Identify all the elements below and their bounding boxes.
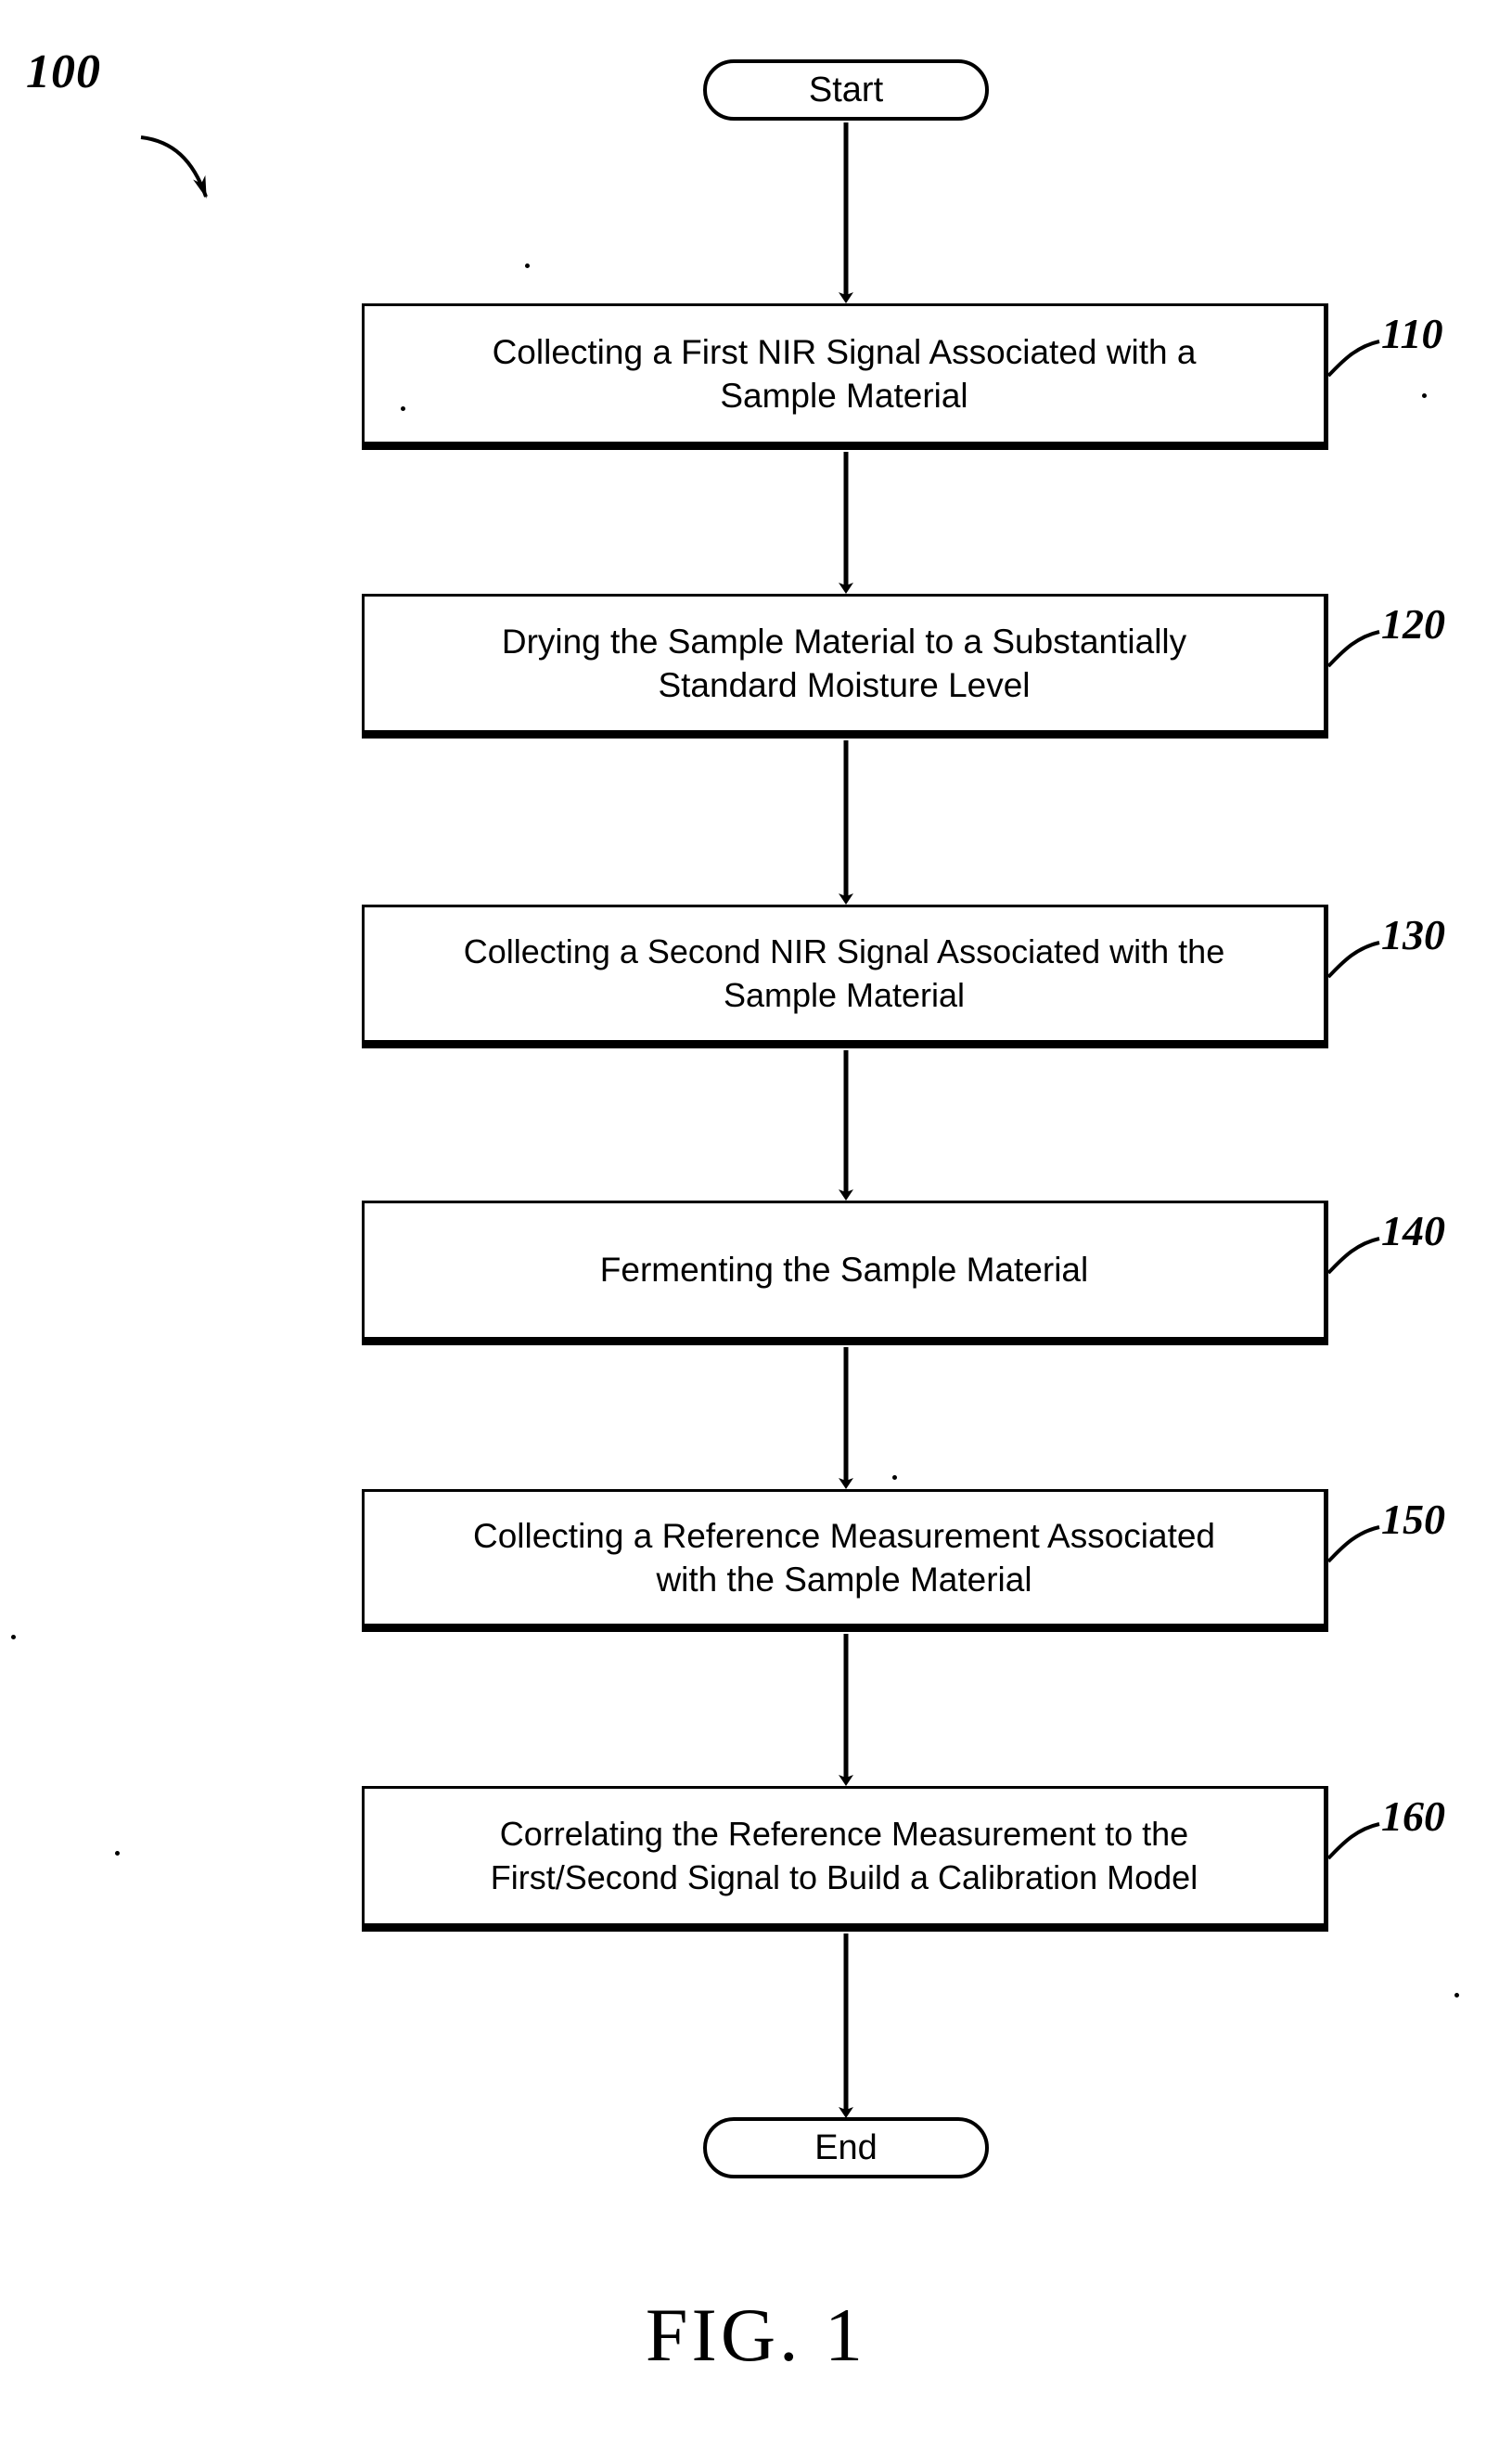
reference-numeral-140: 140 [1381,1207,1445,1254]
reference-numeral-160: 160 [1381,1792,1445,1840]
scan-speckle [892,1475,897,1480]
process-box-120: Drying the Sample Material to a Substant… [362,594,1328,739]
scan-speckle [525,263,530,268]
scan-speckle [1454,1993,1459,1998]
scan-speckle [1422,393,1427,398]
scan-speckle [115,1851,120,1856]
patent-figure-1: 100 Start Collecting a First NIR Signal … [0,0,1512,2441]
reference-numeral-110: 110 [1381,310,1443,357]
process-box-110: Collecting a First NIR Signal Associated… [362,303,1328,450]
diagram-reference-numeral-100: 100 [26,45,101,98]
leader-line-110 [1326,340,1380,378]
leader-line-130 [1326,941,1380,979]
scan-speckle [401,406,405,411]
process-box-110-label: Collecting a First NIR Signal Associated… [492,332,1197,415]
leader-line-160 [1326,1822,1380,1860]
process-box-160: Correlating the Reference Measurement to… [362,1786,1328,1932]
process-box-130: Collecting a Second NIR Signal Associate… [362,905,1328,1048]
leader-line-150 [1326,1525,1380,1563]
end-terminal-label: End [814,2127,878,2167]
process-box-140-label: Fermenting the Sample Material [599,1251,1089,1290]
figure-caption: FIG. 1 [645,2293,867,2377]
leader-line-140 [1326,1237,1380,1275]
leader-line-100 [140,135,208,199]
process-box-120-label: Drying the Sample Material to a Substant… [501,622,1187,704]
process-box-150: Collecting a Reference Measurement Assoc… [362,1489,1328,1632]
start-terminal-label: Start [808,70,884,109]
leader-line-120 [1326,630,1380,668]
process-box-130-label: Collecting a Second NIR Signal Associate… [463,932,1225,1014]
reference-numeral-150: 150 [1381,1496,1445,1543]
reference-numeral-130: 130 [1381,911,1445,958]
start-terminal-node: Start [703,59,989,121]
end-terminal-node: End [703,2117,989,2178]
process-box-160-label: Correlating the Reference Measurement to… [490,1815,1198,1896]
process-box-150-label: Collecting a Reference Measurement Assoc… [472,1516,1216,1599]
scan-speckle [11,1635,16,1639]
reference-numeral-120: 120 [1381,600,1445,648]
process-box-140: Fermenting the Sample Material [362,1201,1328,1345]
